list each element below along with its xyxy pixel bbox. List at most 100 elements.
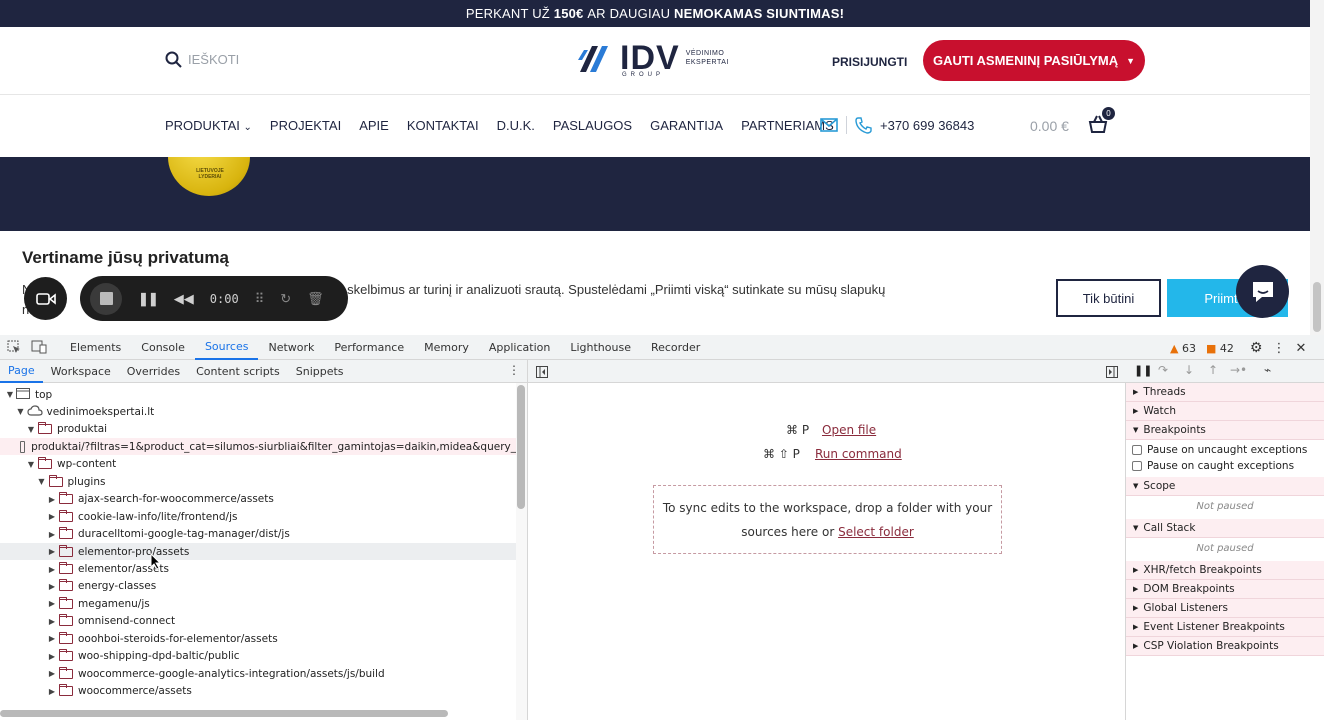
grid-icon[interactable]: ⠿ [255, 291, 265, 307]
tree-item[interactable]: ▶ elementor/assets [0, 561, 516, 578]
collapsed-triangle-icon[interactable]: ▶ [47, 599, 57, 608]
collapsed-triangle-icon[interactable]: ▶ [47, 652, 57, 661]
restart-icon[interactable]: ↻ [280, 291, 291, 307]
tab-network[interactable]: Network [258, 335, 324, 360]
idv-logo[interactable]: IDV VĖDINIMO EKSPERTAI GROUP [578, 41, 729, 78]
collapsed-triangle-icon[interactable]: ▶ [47, 512, 57, 521]
checkbox-box[interactable] [1132, 445, 1142, 455]
tab-application[interactable]: Application [479, 335, 560, 360]
tree-item[interactable]: ▶ duracelltomi-google-tag-manager/dist/js [0, 526, 516, 543]
page-scrollbar[interactable] [1310, 0, 1324, 335]
collapsed-triangle-icon[interactable]: ▶ [47, 617, 57, 626]
expanded-triangle-icon[interactable]: ▼ [5, 390, 15, 399]
nav-item-paslaugos[interactable]: PASLAUGOS [553, 118, 632, 133]
site-search[interactable]: IEŠKOTI [165, 51, 239, 68]
file-tree-hscroll-thumb[interactable] [0, 710, 448, 717]
tab-performance[interactable]: Performance [324, 335, 414, 360]
section-breakpoints[interactable]: ▼ Breakpoints [1126, 421, 1324, 440]
section-xhr-breakpoints[interactable]: ▶ XHR/fetch Breakpoints [1126, 561, 1324, 580]
cart-button[interactable]: 0 [1088, 107, 1115, 138]
toggle-debugger-icon[interactable] [1106, 365, 1118, 383]
section-scope[interactable]: ▼ Scope [1126, 477, 1324, 496]
navigator-more-icon[interactable]: ⋮ [508, 363, 520, 377]
collapsed-triangle-icon[interactable]: ▶ [47, 530, 57, 539]
trash-icon[interactable]: 🗑 [307, 291, 324, 307]
warnings-counter[interactable]: ▲ 63 [1170, 342, 1196, 355]
tree-item[interactable]: ▶ ajax-search-for-woocommerce/assets [0, 491, 516, 508]
section-watch[interactable]: ▶ Watch [1126, 402, 1324, 421]
subtab-workspace[interactable]: Workspace [43, 360, 119, 383]
page-scrollbar-thumb[interactable] [1313, 282, 1321, 332]
tab-lighthouse[interactable]: Lighthouse [560, 335, 641, 360]
nav-item-duk[interactable]: D.U.K. [497, 118, 535, 133]
tree-item[interactable]: ▶ energy-classes [0, 578, 516, 595]
deactivate-breakpoints-icon[interactable]: ⌁ [1264, 363, 1271, 377]
nav-item-apie[interactable]: APIE [359, 118, 389, 133]
tab-recorder[interactable]: Recorder [641, 335, 710, 360]
rewind-icon[interactable]: ◀◀ [174, 291, 194, 307]
pause-uncaught-checkbox[interactable]: Pause on uncaught exceptions [1132, 444, 1307, 456]
device-toolbar-icon[interactable] [31, 340, 47, 359]
necessary-only-button[interactable]: Tik būtini [1056, 279, 1161, 317]
step-into-icon[interactable]: ↓ [1184, 363, 1194, 377]
expanded-triangle-icon[interactable]: ▼ [16, 407, 26, 416]
inspect-element-icon[interactable] [7, 340, 21, 359]
tree-item[interactable]: ▼ produktai [0, 421, 516, 438]
chat-widget-button[interactable] [1236, 265, 1289, 318]
section-global-listeners[interactable]: ▶ Global Listeners [1126, 599, 1324, 618]
tree-item[interactable]: ▼ top [0, 386, 516, 403]
tree-item[interactable]: ▶ cookie-law-info/lite/frontend/js [0, 508, 516, 525]
tree-item[interactable]: ▶ ooohboi-steroids-for-elementor/assets [0, 630, 516, 647]
pause-script-icon[interactable]: ❚❚ [1134, 364, 1152, 377]
workspace-dropzone[interactable]: To sync edits to the workspace, drop a f… [653, 485, 1002, 554]
tree-item[interactable]: ▼ plugins [0, 473, 516, 490]
checkbox-box[interactable] [1132, 461, 1142, 471]
search-placeholder[interactable]: IEŠKOTI [188, 52, 239, 67]
tree-item[interactable]: produktai/?filtras=1&product_cat=silumos… [0, 438, 516, 456]
step-icon[interactable]: →• [1230, 363, 1247, 377]
collapsed-triangle-icon[interactable]: ▶ [47, 495, 57, 504]
collapsed-triangle-icon[interactable]: ▶ [47, 582, 57, 591]
stop-recording-button[interactable] [90, 282, 122, 315]
tree-item[interactable]: ▶ woocommerce/assets [0, 683, 516, 700]
pause-icon[interactable]: ❚❚ [138, 291, 159, 307]
collapsed-triangle-icon[interactable]: ▶ [47, 669, 57, 678]
expanded-triangle-icon[interactable]: ▼ [37, 477, 47, 486]
tree-item[interactable]: ▶ woo-shipping-dpd-baltic/public [0, 648, 516, 665]
expanded-triangle-icon[interactable]: ▼ [26, 425, 36, 434]
tab-console[interactable]: Console [131, 335, 195, 360]
nav-item-kontaktai[interactable]: KONTAKTAI [407, 118, 479, 133]
get-offer-button[interactable]: GAUTI ASMENINĮ PASIŪLYMĄ ▼ [923, 40, 1145, 81]
mail-icon[interactable] [820, 118, 838, 132]
pause-caught-checkbox[interactable]: Pause on caught exceptions [1132, 460, 1294, 472]
more-options-icon[interactable]: ⋮ [1272, 341, 1285, 356]
tree-item[interactable]: ▼ vedinimoekspertai.lt [0, 403, 516, 420]
phone-number[interactable]: +370 699 36843 [880, 118, 974, 133]
section-call-stack[interactable]: ▼ Call Stack [1126, 519, 1324, 538]
subtab-snippets[interactable]: Snippets [288, 360, 352, 383]
settings-gear-icon[interactable]: ⚙ [1250, 340, 1263, 356]
tree-item[interactable]: ▶ omnisend-connect [0, 613, 516, 630]
file-tree-scrollbar[interactable] [516, 383, 527, 720]
collapsed-triangle-icon[interactable]: ▶ [47, 547, 57, 556]
nav-item-produktai[interactable]: PRODUKTAI ⌄ [165, 118, 252, 133]
expanded-triangle-icon[interactable]: ▼ [26, 460, 36, 469]
run-command-link[interactable]: Run command [815, 447, 902, 461]
section-csp-breakpoints[interactable]: ▶ CSP Violation Breakpoints [1126, 637, 1324, 656]
tab-sources[interactable]: Sources [194, 335, 259, 360]
toggle-navigator-icon[interactable] [536, 365, 548, 383]
tab-elements[interactable]: Elements [60, 335, 131, 360]
section-dom-breakpoints[interactable]: ▶ DOM Breakpoints [1126, 580, 1324, 599]
nav-item-garantija[interactable]: GARANTIJA [650, 118, 723, 133]
step-over-icon[interactable]: ↷ [1158, 363, 1168, 377]
section-threads[interactable]: ▶ Threads [1126, 383, 1324, 402]
login-link[interactable]: PRISIJUNGTI [832, 55, 907, 69]
subtab-content-scripts[interactable]: Content scripts [188, 360, 288, 383]
file-tree-scroll-thumb[interactable] [517, 385, 525, 509]
step-out-icon[interactable]: ↑ [1208, 363, 1218, 377]
open-file-link[interactable]: Open file [822, 423, 876, 437]
close-devtools-icon[interactable]: ✕ [1295, 341, 1306, 356]
errors-counter[interactable]: ■ 42 [1206, 342, 1234, 355]
collapsed-triangle-icon[interactable]: ▶ [47, 687, 57, 696]
collapsed-triangle-icon[interactable]: ▶ [47, 634, 57, 643]
